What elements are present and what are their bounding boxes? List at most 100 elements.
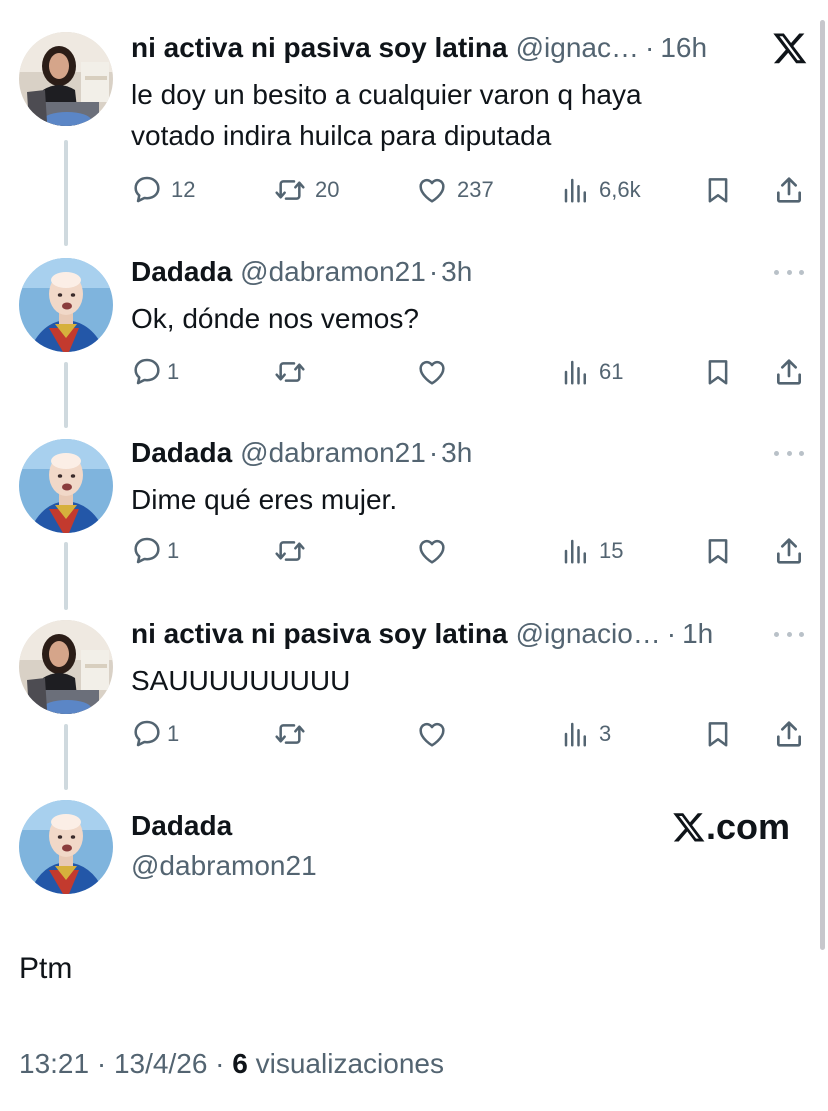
views-icon [561,357,591,387]
views-count: 6,6k [599,177,641,202]
bookmark-icon [703,357,733,387]
scrollbar[interactable] [820,20,825,950]
separator-dot: · [96,1048,107,1079]
author-name[interactable]: ni activa ni pasiva soy latina [131,30,508,66]
retweet-button[interactable] [273,352,307,392]
separator-dot: · [428,437,439,468]
avatar[interactable] [19,258,113,352]
bookmark-icon [703,719,733,749]
more-options-button[interactable] [774,622,804,646]
author-name[interactable]: Dadada [131,810,232,842]
bookmark-button[interactable] [703,170,733,210]
separator-dot: · [644,32,655,63]
author-handle[interactable]: @dabramon21 [240,435,426,471]
action-bar: 1 3 [131,714,811,754]
author-name[interactable]: Dadada [131,435,232,471]
bookmark-icon [703,175,733,205]
separator-dot: · [215,1048,225,1079]
reply-icon [131,535,163,567]
author-handle[interactable]: @ignac… [516,30,639,66]
like-button[interactable] [415,531,449,571]
thread-line [64,362,68,428]
like-icon [415,718,449,750]
timestamp[interactable]: 3h [441,254,472,290]
action-bar: 1 15 [131,531,811,571]
reply-button[interactable]: 1 [131,714,179,754]
reply-icon [131,174,163,206]
tweet-text-line: le doy un besito a cualquier varon q hay… [131,79,642,110]
views-count: 3 [599,721,612,746]
share-button[interactable] [773,352,805,392]
bookmark-icon [703,536,733,566]
tweet-text-line: votado indira huilca para diputada [131,120,552,151]
views-count: 6 [232,1048,248,1079]
more-options-button[interactable] [774,260,804,284]
timestamp[interactable]: 16h [660,30,707,66]
share-button[interactable] [773,170,805,210]
share-button[interactable] [773,714,805,754]
watermark-text: .com [705,806,790,847]
bookmark-button[interactable] [703,714,733,754]
timestamp[interactable]: 1h [682,616,713,652]
like-button[interactable] [415,352,449,392]
retweet-button[interactable] [273,714,307,754]
avatar[interactable] [19,32,113,126]
more-options-button[interactable] [774,441,804,465]
retweet-button[interactable] [273,531,307,571]
views-button[interactable]: 3 [561,714,611,754]
views-button[interactable]: 15 [561,531,623,571]
avatar[interactable] [19,620,113,714]
like-count: 237 [457,177,494,202]
share-icon [773,174,805,206]
author-name[interactable]: ni activa ni pasiva soy latina [131,616,508,652]
views-icon [561,536,591,566]
reply-count: 12 [171,177,196,202]
like-icon [415,356,449,388]
action-bar: 1 61 [131,352,811,392]
tweet-time[interactable]: 13:21 [19,1048,89,1079]
views-icon [561,175,591,205]
tweet-text: Ok, dónde nos vemos? [131,298,788,339]
views-count: 61 [599,359,624,384]
reply-button[interactable]: 1 [131,352,179,392]
tweet-text: Dime qué eres mujer. [131,479,788,520]
retweet-button[interactable]: 20 [273,170,339,210]
bookmark-button[interactable] [703,352,733,392]
thread-line [64,140,68,246]
separator-dot: · [428,256,439,287]
views-button[interactable]: 6,6k [561,170,641,210]
x-logo-icon [672,810,706,844]
reply-button[interactable]: 12 [131,170,195,210]
tweet-text-line: SAUUUUUUUUU [131,665,351,696]
author-handle[interactable]: @dabramon21 [240,254,426,290]
x-logo-icon [772,30,808,66]
avatar[interactable] [19,439,113,533]
views-icon [561,719,591,749]
reply-button[interactable]: 1 [131,531,179,571]
reply-count: 1 [167,359,180,384]
retweet-icon [273,535,307,567]
views-label: visualizaciones [255,1048,444,1079]
views-button[interactable]: 61 [561,352,623,392]
bookmark-button[interactable] [703,531,733,571]
share-button[interactable] [773,531,805,571]
like-icon [415,535,449,567]
like-button[interactable]: 237 [415,170,494,210]
author-name[interactable]: Dadada [131,254,232,290]
views-count: 15 [599,538,624,563]
reply-count: 1 [167,721,180,746]
x-com-watermark: .com [672,806,790,848]
share-icon [773,356,805,388]
timestamp[interactable]: 3h [441,435,472,471]
author-handle[interactable]: @dabramon21 [131,850,317,882]
tweet-text-line: Ok, dónde nos vemos? [131,303,419,334]
like-button[interactable] [415,714,449,754]
tweet-meta: 13:21 · 13/4/26 · 6 visualizaciones [19,1048,444,1080]
retweet-count: 20 [315,177,340,202]
tweet-text-line: Dime qué eres mujer. [131,484,398,515]
share-icon [773,718,805,750]
tweet-date[interactable]: 13/4/26 [114,1048,207,1079]
author-handle[interactable]: @ignacio… [516,616,661,652]
avatar[interactable] [19,800,113,894]
reply-icon [131,356,163,388]
